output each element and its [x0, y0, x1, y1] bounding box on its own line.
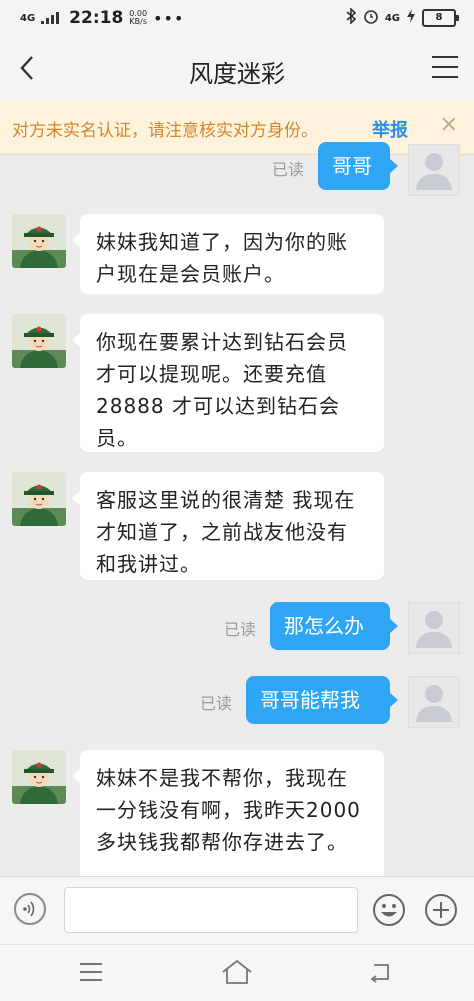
- incoming-message-bubble[interactable]: 客服这里说的很清楚 我现在才知道了，之前战友他没有和我讲过。: [72, 472, 384, 580]
- incoming-message-bubble[interactable]: 妹妹不是我不帮你，我现在一分钱没有啊，我昨天2000多块钱我都帮你存进去了。: [72, 750, 384, 886]
- alarm-icon: [363, 8, 379, 28]
- close-icon[interactable]: ×: [440, 112, 458, 137]
- soldier-avatar[interactable]: [12, 750, 66, 804]
- more-button[interactable]: [424, 893, 458, 927]
- recent-apps-button[interactable]: [80, 963, 104, 983]
- message-input[interactable]: [64, 887, 358, 933]
- warning-banner: 对方未实名认证，请注意核实对方身份。 举报 ×: [0, 100, 474, 155]
- voice-button[interactable]: [14, 893, 46, 925]
- network-indicator-right: 4G: [384, 12, 400, 24]
- soldier-avatar[interactable]: [12, 472, 66, 526]
- incoming-message-bubble[interactable]: 妹妹我知道了，因为你的账户现在是会员账户。: [72, 214, 384, 294]
- battery-icon: 8: [422, 9, 459, 27]
- read-status: 已读: [272, 160, 305, 179]
- home-button[interactable]: [220, 957, 254, 987]
- network-speed: 0.00 KB/s: [129, 9, 148, 26]
- return-icon: [370, 964, 389, 983]
- incoming-message-bubble[interactable]: 你现在要累计达到钻石会员才可以提现呢。还要充值28888 才可以达到钻石会员。: [72, 314, 384, 452]
- signal-icon: [41, 12, 60, 24]
- system-nav-bar: [0, 944, 474, 1001]
- user-avatar[interactable]: [408, 144, 460, 196]
- menu-icon: [432, 56, 458, 58]
- outgoing-message-bubble[interactable]: 哥哥: [318, 142, 398, 190]
- emoji-icon: [373, 894, 405, 926]
- soldier-avatar[interactable]: [12, 214, 66, 268]
- outgoing-message-bubble[interactable]: 哥哥能帮我: [246, 676, 398, 724]
- menu-button[interactable]: [432, 56, 460, 80]
- outgoing-message-bubble[interactable]: 那怎么办: [270, 602, 398, 650]
- system-back-button[interactable]: [368, 959, 394, 985]
- home-icon: [222, 959, 252, 984]
- chat-title: 风度迷彩: [189, 60, 285, 88]
- title-bar: 风度迷彩: [0, 36, 474, 100]
- charging-icon: [406, 8, 416, 28]
- status-bar: 4G 22:18 0.00 KB/s ••• 4G 8: [0, 0, 474, 36]
- read-status: 已读: [200, 694, 233, 713]
- user-avatar[interactable]: [408, 602, 460, 654]
- voice-icon: [23, 901, 35, 917]
- plus-icon: [425, 894, 457, 926]
- status-time: 22:18: [69, 8, 124, 28]
- user-avatar[interactable]: [408, 676, 460, 728]
- warning-text: 对方未实名认证，请注意核实对方身份。: [12, 121, 318, 141]
- network-indicator: 4G: [20, 12, 36, 24]
- more-notifications-icon: •••: [153, 8, 185, 28]
- menu-icon: [80, 963, 102, 965]
- input-bar: [0, 876, 474, 945]
- bluetooth-icon: [345, 7, 357, 28]
- emoji-button[interactable]: [372, 893, 406, 927]
- report-link[interactable]: 举报: [372, 116, 408, 142]
- soldier-avatar[interactable]: [12, 314, 66, 368]
- read-status: 已读: [224, 620, 257, 639]
